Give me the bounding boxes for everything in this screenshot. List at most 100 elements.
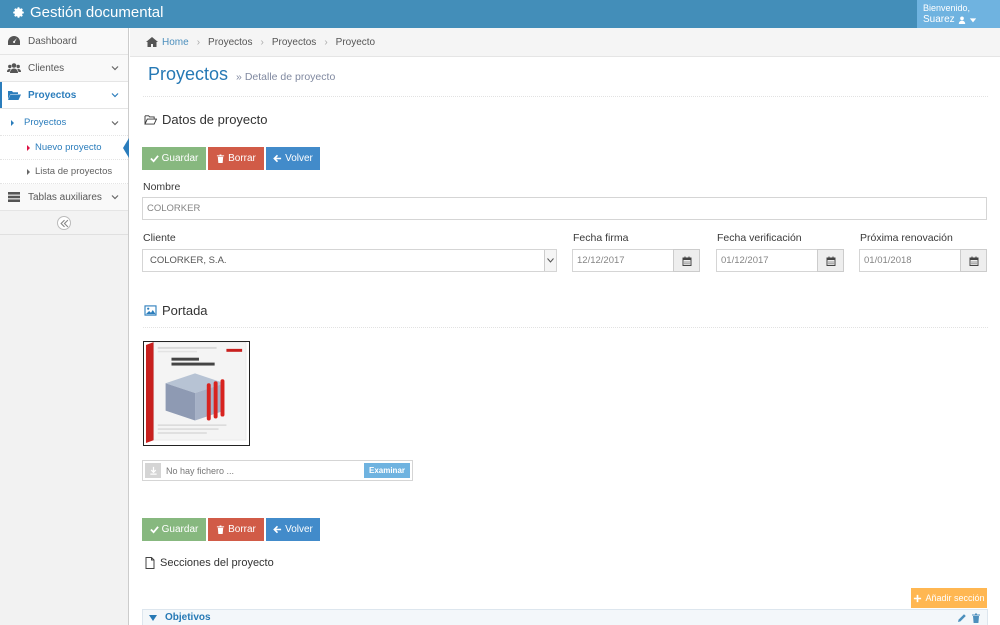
section-title-text: Portada (162, 303, 208, 318)
dashboard-icon (8, 36, 20, 45)
fecha-firma-label: Fecha firma (573, 232, 629, 244)
sidebar: Dashboard Clientes Proyectos Proyectos N… (0, 28, 129, 625)
proxima-renovacion-calendar-button[interactable] (960, 249, 987, 272)
volver-button-bottom[interactable]: Volver (266, 518, 320, 541)
file-input-icon-box (145, 463, 161, 478)
button-label: Añadir sección (925, 593, 985, 603)
sidebar-item-tablas-auxiliares[interactable]: Tablas auxiliares (0, 184, 128, 211)
sidebar-item-dashboard[interactable]: Dashboard (0, 28, 128, 55)
sidebar-item-label: Clientes (28, 62, 65, 74)
section-title-text: Secciones del proyecto (160, 557, 274, 569)
chevron-down-icon (111, 93, 119, 98)
portada-thumbnail[interactable] (143, 341, 250, 446)
breadcrumb-separator: › (196, 36, 201, 48)
add-section-button[interactable]: Añadir sección (911, 588, 987, 608)
sidebar-collapse-button[interactable] (57, 216, 71, 230)
section-datos-proyecto: Datos de proyecto (144, 112, 268, 127)
brand[interactable]: Gestión documental (12, 4, 163, 21)
nombre-value: COLORKER (147, 203, 201, 214)
sidebar-collapse (0, 211, 128, 235)
fecha-verificacion-value: 01/12/2017 (721, 255, 769, 266)
section-title-text: Datos de proyecto (162, 112, 268, 127)
breadcrumb-item[interactable]: Proyectos (208, 37, 252, 48)
sidebar-item-clientes[interactable]: Clientes (0, 55, 128, 82)
section-secciones: Secciones del proyecto (145, 557, 274, 569)
guardar-button-top[interactable]: Guardar (142, 147, 206, 170)
cliente-label: Cliente (143, 232, 176, 244)
button-label: Volver (285, 153, 313, 164)
sidebar-item-label: Proyectos (28, 89, 77, 101)
caret-right-icon (11, 120, 14, 126)
breadcrumb: Home › Proyectos › Proyectos › Proyecto (130, 28, 1000, 57)
breadcrumb-item[interactable]: Proyectos (272, 37, 316, 48)
sidebar-subitem-label: Lista de proyectos (35, 166, 113, 177)
chevron-down-icon (111, 121, 119, 126)
home-icon (146, 37, 158, 47)
user-menu[interactable]: Bienvenido, Suarez (917, 0, 1000, 28)
section-portada: Portada (144, 303, 208, 318)
sidebar-subitem-proyectos[interactable]: Proyectos (0, 109, 128, 136)
portada-file-input[interactable]: No hay fichero ... Examinar (142, 460, 413, 481)
nombre-input[interactable]: COLORKER (142, 197, 987, 220)
sidebar-subitem-label: Nuevo proyecto (35, 142, 102, 153)
button-label: Borrar (228, 153, 256, 164)
app-title: Gestión documental (30, 4, 164, 21)
download-icon (149, 466, 157, 475)
users-icon (7, 63, 21, 73)
pencil-icon[interactable] (957, 613, 967, 623)
arrow-left-icon (273, 525, 282, 534)
proxima-renovacion-label: Próxima renovación (860, 232, 953, 244)
sidebar-subitem-lista-proyectos[interactable]: Lista de proyectos (0, 160, 128, 184)
user-greeting: Bienvenido, (923, 3, 971, 13)
sidebar-item-proyectos[interactable]: Proyectos (0, 82, 128, 109)
trash-icon[interactable] (971, 613, 981, 623)
calendar-icon (826, 256, 835, 266)
guardar-button-bottom[interactable]: Guardar (142, 518, 206, 541)
breadcrumb-home[interactable]: Home (162, 37, 189, 48)
cliente-select[interactable]: COLORKER, S.A. (142, 249, 557, 272)
fecha-firma-value: 12/12/2017 (577, 255, 625, 266)
sidebar-item-label: Tablas auxiliares (28, 191, 102, 203)
proxima-renovacion-value: 01/01/2018 (864, 255, 912, 266)
fecha-verificacion-label: Fecha verificación (717, 232, 802, 244)
chevron-down-icon (111, 195, 119, 200)
sidebar-submenu: Proyectos Nuevo proyecto Lista de proyec… (0, 109, 129, 184)
page-subtitle: » Detalle de proyecto (236, 71, 336, 83)
fecha-verificacion-calendar-button[interactable] (817, 249, 844, 272)
fecha-firma-input[interactable]: 12/12/2017 (572, 249, 674, 272)
breadcrumb-separator: › (324, 36, 328, 48)
borrar-button-bottom[interactable]: Borrar (208, 518, 264, 541)
button-label: Borrar (228, 524, 256, 535)
examinar-button[interactable]: Examinar (364, 463, 410, 478)
folder-open-icon (8, 91, 21, 100)
breadcrumb-separator: › (260, 36, 264, 48)
page-header: Proyectos » Detalle de proyecto (143, 64, 988, 97)
server-icon (8, 192, 20, 202)
button-label: Guardar (161, 524, 199, 535)
button-label: Volver (285, 524, 313, 535)
cliente-select-arrow[interactable] (544, 250, 556, 271)
double-chevron-left-icon (59, 219, 68, 227)
user-icon (958, 16, 965, 24)
proxima-renovacion-input[interactable]: 01/01/2018 (859, 249, 961, 272)
sidebar-subitem-label: Proyectos (24, 116, 67, 128)
caret-down-icon (149, 614, 157, 621)
trash-icon (216, 154, 225, 163)
folder-open-icon (144, 115, 157, 125)
seccion-title: Objetivos (165, 612, 211, 623)
borrar-button-top[interactable]: Borrar (208, 147, 264, 170)
volver-button-top[interactable]: Volver (266, 147, 320, 170)
seccion-objetivos-header[interactable]: Objetivos (142, 609, 988, 625)
file-input-placeholder: No hay fichero ... (166, 465, 235, 476)
fecha-firma-calendar-button[interactable] (673, 249, 700, 272)
portada-divider (143, 327, 988, 328)
calendar-icon (682, 256, 691, 266)
caret-right-icon (27, 169, 30, 175)
check-icon (149, 155, 159, 163)
nombre-label: Nombre (143, 181, 181, 193)
caret-down-icon (969, 18, 976, 23)
user-name: Suarez (923, 14, 955, 25)
product-box-image (144, 341, 249, 445)
fecha-verificacion-input[interactable]: 01/12/2017 (716, 249, 818, 272)
sidebar-subitem-nuevo-proyecto[interactable]: Nuevo proyecto (0, 136, 129, 160)
